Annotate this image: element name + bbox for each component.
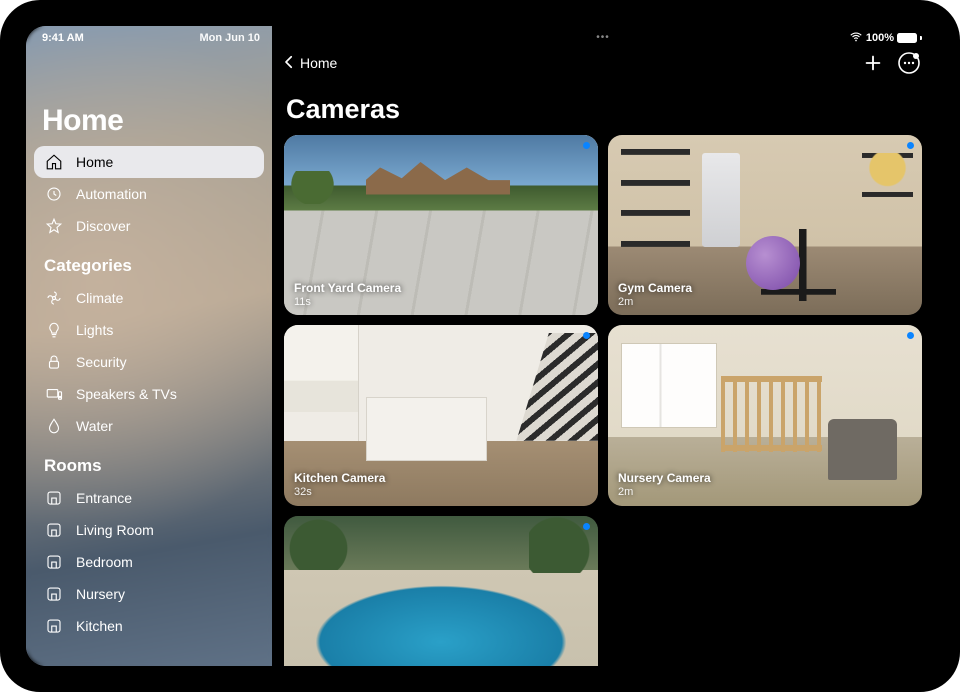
camera-name: Kitchen Camera	[294, 471, 385, 485]
camera-timestamp: 2m	[618, 486, 711, 500]
ipad-frame: 9:41 AM Mon Jun 10 Home Home Automation	[0, 0, 960, 692]
tv-icon	[44, 384, 64, 404]
room-icon	[44, 520, 64, 540]
sidebar-item-entrance[interactable]: Entrance	[34, 482, 264, 514]
sidebar-item-speakers-tvs[interactable]: Speakers & TVs	[34, 378, 264, 410]
camera-timestamp: 32s	[294, 486, 385, 500]
sidebar-item-label: Speakers & TVs	[76, 386, 177, 402]
fan-icon	[44, 288, 64, 308]
sidebar-item-automation[interactable]: Automation	[34, 178, 264, 210]
house-icon	[44, 152, 64, 172]
camera-timestamp: 11s	[294, 296, 401, 310]
camera-thumbnail	[284, 516, 598, 666]
back-label: Home	[300, 55, 337, 71]
app-title: Home	[34, 48, 264, 146]
screen: 9:41 AM Mon Jun 10 Home Home Automation	[26, 26, 934, 666]
sidebar-item-home[interactable]: Home	[34, 146, 264, 178]
sidebar-section-categories: Categories	[34, 242, 264, 282]
sidebar-item-discover[interactable]: Discover	[34, 210, 264, 242]
battery-icon	[897, 33, 917, 43]
sidebar-item-label: Discover	[76, 218, 130, 234]
sidebar: 9:41 AM Mon Jun 10 Home Home Automation	[26, 26, 272, 666]
sidebar-item-label: Entrance	[76, 490, 132, 506]
sidebar-item-label: Kitchen	[76, 618, 123, 634]
nav-actions	[860, 50, 922, 76]
sidebar-item-label: Lights	[76, 322, 113, 338]
room-icon	[44, 616, 64, 636]
lock-icon	[44, 352, 64, 372]
page-title: Cameras	[272, 76, 934, 135]
sidebar-item-nursery[interactable]: Nursery	[34, 578, 264, 610]
room-icon	[44, 584, 64, 604]
camera-label: Gym Camera 2m	[618, 281, 692, 310]
sidebar-item-kitchen[interactable]: Kitchen	[34, 610, 264, 642]
sidebar-item-label: Security	[76, 354, 127, 370]
chevron-left-icon	[280, 53, 298, 74]
camera-name: Front Yard Camera	[294, 281, 401, 295]
sidebar-item-label: Nursery	[76, 586, 125, 602]
status-bar-left: 9:41 AM Mon Jun 10	[34, 26, 264, 48]
sidebar-item-label: Climate	[76, 290, 123, 306]
sidebar-item-label: Home	[76, 154, 113, 170]
camera-label: Kitchen Camera 32s	[294, 471, 385, 500]
camera-label: Nursery Camera 2m	[618, 471, 711, 500]
camera-timestamp: 2m	[618, 296, 692, 310]
sidebar-item-label: Automation	[76, 186, 147, 202]
sidebar-item-label: Bedroom	[76, 554, 133, 570]
battery-percent: 100%	[866, 32, 894, 44]
live-indicator-icon	[583, 142, 590, 149]
camera-card-gym[interactable]: Gym Camera 2m	[608, 135, 922, 315]
status-date: Mon Jun 10	[199, 32, 260, 44]
camera-grid: Front Yard Camera 11s Gym Camera 2m	[272, 135, 934, 666]
camera-name: Gym Camera	[618, 281, 692, 295]
back-button[interactable]: Home	[280, 53, 337, 74]
sidebar-item-lights[interactable]: Lights	[34, 314, 264, 346]
room-icon	[44, 488, 64, 508]
sidebar-item-security[interactable]: Security	[34, 346, 264, 378]
status-time: 9:41 AM	[42, 32, 84, 44]
status-bar-right: 100%	[849, 26, 934, 48]
bulb-icon	[44, 320, 64, 340]
room-icon	[44, 552, 64, 572]
drop-icon	[44, 416, 64, 436]
multitask-grip-icon[interactable]: •••	[596, 32, 610, 43]
wifi-icon	[849, 30, 863, 47]
sidebar-item-living-room[interactable]: Living Room	[34, 514, 264, 546]
add-button[interactable]	[860, 50, 886, 76]
star-icon	[44, 216, 64, 236]
camera-card-pool[interactable]: Pool Camera	[284, 516, 598, 666]
camera-card-nursery[interactable]: Nursery Camera 2m	[608, 325, 922, 505]
camera-name: Nursery Camera	[618, 471, 711, 485]
sidebar-item-label: Living Room	[76, 522, 154, 538]
battery-cap-icon	[920, 36, 922, 40]
main-content: ••• 100% Home	[272, 26, 934, 666]
sidebar-item-climate[interactable]: Climate	[34, 282, 264, 314]
sidebar-item-water[interactable]: Water	[34, 410, 264, 442]
camera-label: Front Yard Camera 11s	[294, 281, 401, 310]
camera-card-kitchen[interactable]: Kitchen Camera 32s	[284, 325, 598, 505]
sidebar-section-rooms: Rooms	[34, 442, 264, 482]
live-indicator-icon	[583, 523, 590, 530]
more-button[interactable]	[896, 50, 922, 76]
camera-card-front-yard[interactable]: Front Yard Camera 11s	[284, 135, 598, 315]
sidebar-item-label: Water	[76, 418, 113, 434]
clock-icon	[44, 184, 64, 204]
sidebar-item-bedroom[interactable]: Bedroom	[34, 546, 264, 578]
live-indicator-icon	[907, 142, 914, 149]
